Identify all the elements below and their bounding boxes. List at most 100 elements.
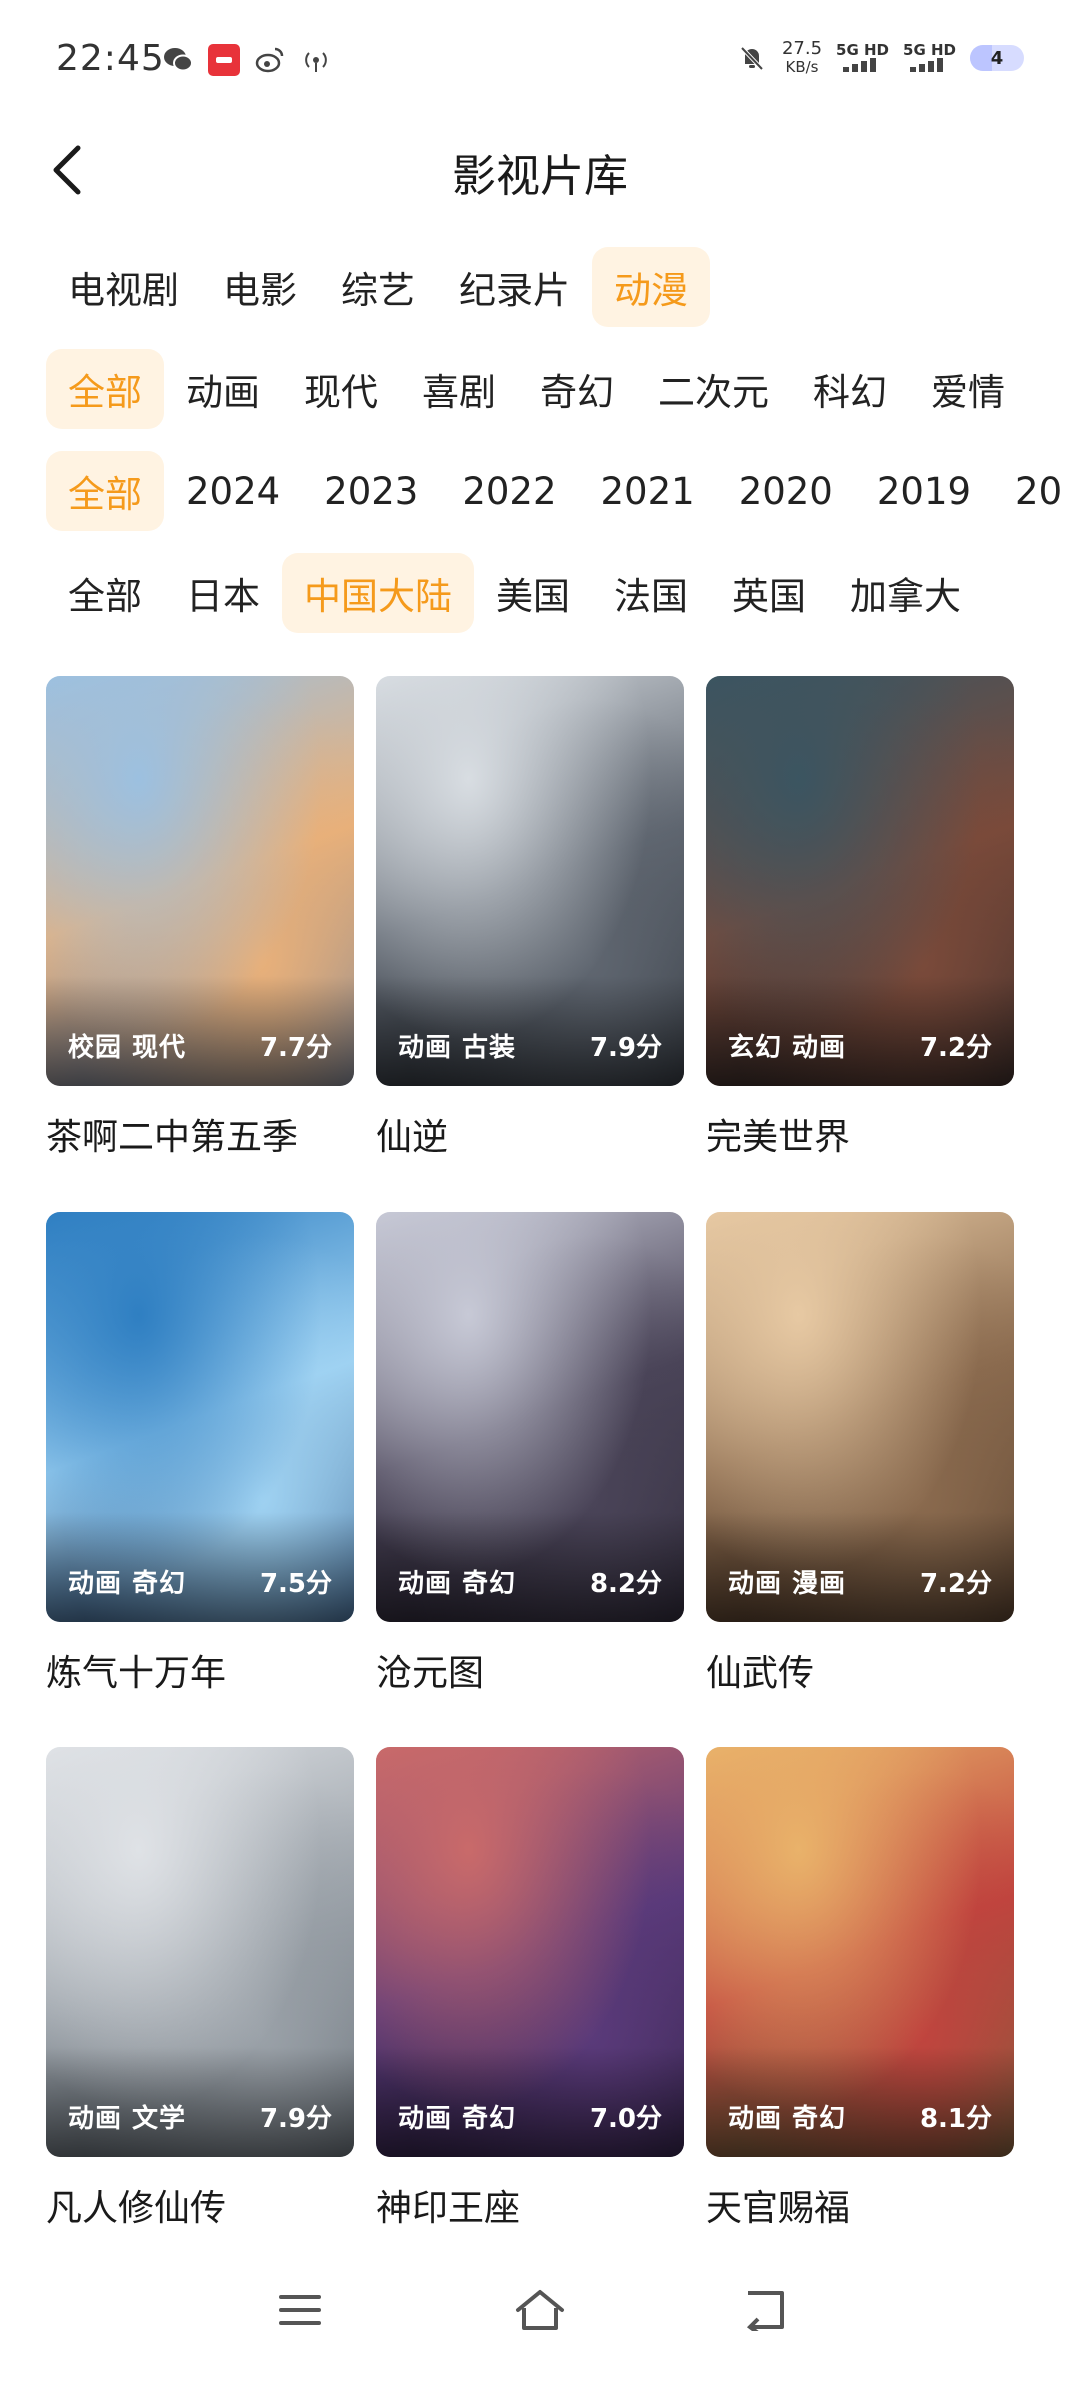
category-chip[interactable]: 动漫	[592, 247, 710, 327]
genre-chip[interactable]: 科幻	[791, 349, 909, 429]
region-chip[interactable]: 美国	[474, 553, 592, 633]
media-title[interactable]: 天官赐福	[706, 2179, 1014, 2231]
rating-score: 7.7分	[259, 1033, 332, 1063]
category-filter-row: 电视剧 电影 综艺 纪录片 动漫	[0, 246, 1060, 328]
rating-score: 8.1分	[919, 2104, 992, 2134]
year-chip[interactable]: 2020	[717, 451, 855, 531]
header: 影视片库	[0, 120, 1080, 220]
region-chip[interactable]: 法国	[592, 553, 710, 633]
menu-button[interactable]	[260, 2270, 340, 2350]
media-card[interactable]: 动画 奇幻 8.1分天官赐福	[706, 1747, 1014, 2231]
return-icon	[746, 2291, 784, 2331]
status-right: 27.5 KB/s 5G HD 5G HD 4	[736, 40, 1024, 76]
mute-bell-icon	[736, 42, 768, 74]
poster-image[interactable]: 动画 文学 7.9分	[46, 1747, 354, 2157]
media-title[interactable]: 炼气十万年	[46, 1644, 354, 1696]
network-speed: 27.5 KB/s	[781, 38, 823, 77]
genre-filter-row: 全部 动画 现代 喜剧 奇幻 二次元 科幻 爱情	[0, 348, 1060, 430]
speed-value: 27.5	[781, 38, 823, 59]
category-chip[interactable]: 综艺	[319, 247, 437, 327]
genre-tags: 动画 奇幻	[68, 1568, 187, 1599]
back-nav-button[interactable]	[726, 2270, 806, 2350]
speed-unit: KB/s	[785, 58, 819, 76]
genre-chip[interactable]: 动画	[164, 349, 282, 429]
media-title[interactable]: 茶啊二中第五季	[46, 1108, 354, 1160]
media-card[interactable]: 校园 现代 7.7分茶啊二中第五季	[46, 676, 354, 1160]
media-title[interactable]: 完美世界	[706, 1108, 1014, 1160]
poster-image[interactable]: 玄幻 动画 7.2分	[706, 676, 1014, 1086]
category-chip[interactable]: 电影	[201, 247, 319, 327]
poster-image[interactable]: 动画 奇幻 8.1分	[706, 1747, 1014, 2157]
media-card[interactable]: 动画 古装 7.9分仙逆	[376, 676, 684, 1160]
genre-tags: 动画 奇幻	[728, 2104, 847, 2134]
rating-score: 7.0分	[589, 2104, 662, 2134]
menu-icon	[279, 2295, 321, 2325]
poster-image[interactable]: 动画 漫画 7.2分	[706, 1211, 1014, 1622]
category-chip[interactable]: 电视剧	[46, 247, 201, 327]
region-filter-row: 全部 日本 中国大陆 美国 法国 英国 加拿大	[0, 552, 1060, 634]
year-chip[interactable]: 2018	[993, 451, 1060, 531]
media-card[interactable]: 动画 奇幻 8.2分沧元图	[376, 1211, 684, 1696]
rating-score: 7.2分	[919, 1033, 992, 1063]
media-title[interactable]: 仙逆	[376, 1108, 684, 1160]
genre-chip[interactable]: 二次元	[636, 349, 791, 429]
hotspot-icon	[300, 44, 332, 76]
region-chip[interactable]: 日本	[164, 553, 282, 633]
genre-chip[interactable]: 爱情	[909, 349, 1027, 429]
genre-tags: 校园 现代	[68, 1033, 187, 1063]
genre-tags: 动画 奇幻	[398, 1568, 517, 1599]
notification-icons	[162, 44, 332, 76]
rating-score: 7.9分	[259, 2104, 332, 2134]
year-chip[interactable]: 2024	[164, 451, 302, 531]
genre-tags: 动画 漫画	[728, 1568, 847, 1599]
media-title[interactable]: 沧元图	[376, 1644, 684, 1696]
genre-chip[interactable]: 喜剧	[400, 349, 518, 429]
genre-tags: 动画 文学	[68, 2104, 187, 2134]
genre-tags: 动画 古装	[398, 1033, 517, 1063]
rating-score: 7.2分	[919, 1568, 992, 1599]
region-chip[interactable]: 英国	[710, 553, 828, 633]
region-chip[interactable]: 中国大陆	[282, 553, 474, 633]
media-card[interactable]: 动画 漫画 7.2分仙武传	[706, 1211, 1014, 1696]
signal-1: 5G HD	[836, 42, 889, 75]
genre-chip[interactable]: 奇幻	[518, 349, 636, 429]
poster-image[interactable]: 动画 古装 7.9分	[376, 676, 684, 1086]
weibo-icon	[254, 44, 286, 76]
media-card[interactable]: 动画 文学 7.9分凡人修仙传	[46, 1747, 354, 2231]
signal-2-label: 5G HD	[903, 40, 956, 59]
status-time: 22:45	[56, 38, 165, 79]
media-card[interactable]: 动画 奇幻 7.0分神印王座	[376, 1747, 684, 2231]
genre-tags: 玄幻 动画	[728, 1033, 847, 1063]
system-nav-bar	[0, 2250, 1080, 2400]
region-chip[interactable]: 加拿大	[828, 553, 983, 633]
poster-image[interactable]: 动画 奇幻 7.0分	[376, 1747, 684, 2157]
region-chip[interactable]: 全部	[46, 553, 164, 633]
poster-image[interactable]: 校园 现代 7.7分	[46, 676, 354, 1086]
year-chip[interactable]: 全部	[46, 451, 164, 531]
year-chip[interactable]: 2019	[855, 451, 993, 531]
home-icon	[516, 2290, 564, 2330]
media-title[interactable]: 仙武传	[706, 1644, 1014, 1696]
status-bar: 22:45 27.5 KB/s 5G HD 5G HD 4	[0, 0, 1080, 120]
genre-chip[interactable]: 全部	[46, 349, 164, 429]
year-chip[interactable]: 2022	[440, 451, 578, 531]
genre-chip[interactable]: 现代	[282, 349, 400, 429]
media-card[interactable]: 玄幻 动画 7.2分完美世界	[706, 676, 1014, 1160]
signal-bars-icon	[842, 57, 876, 72]
rating-score: 8.2分	[589, 1568, 662, 1599]
rating-score: 7.5分	[259, 1568, 332, 1599]
year-chip[interactable]: 2021	[579, 451, 717, 531]
page-title: 影视片库	[452, 151, 628, 202]
rating-score: 7.9分	[589, 1033, 662, 1063]
battery-level: 4	[990, 47, 1004, 69]
media-card[interactable]: 动画 奇幻 7.5分炼气十万年	[46, 1211, 354, 1696]
year-chip[interactable]: 2023	[302, 451, 440, 531]
signal-1-label: 5G HD	[836, 40, 890, 59]
media-title[interactable]: 凡人修仙传	[46, 2179, 354, 2231]
category-chip[interactable]: 纪录片	[437, 247, 592, 327]
battery-indicator: 4	[970, 45, 1024, 71]
poster-image[interactable]: 动画 奇幻 7.5分	[46, 1211, 354, 1622]
poster-image[interactable]: 动画 奇幻 8.2分	[376, 1211, 684, 1622]
media-title[interactable]: 神印王座	[376, 2179, 684, 2231]
home-button[interactable]	[500, 2270, 580, 2350]
